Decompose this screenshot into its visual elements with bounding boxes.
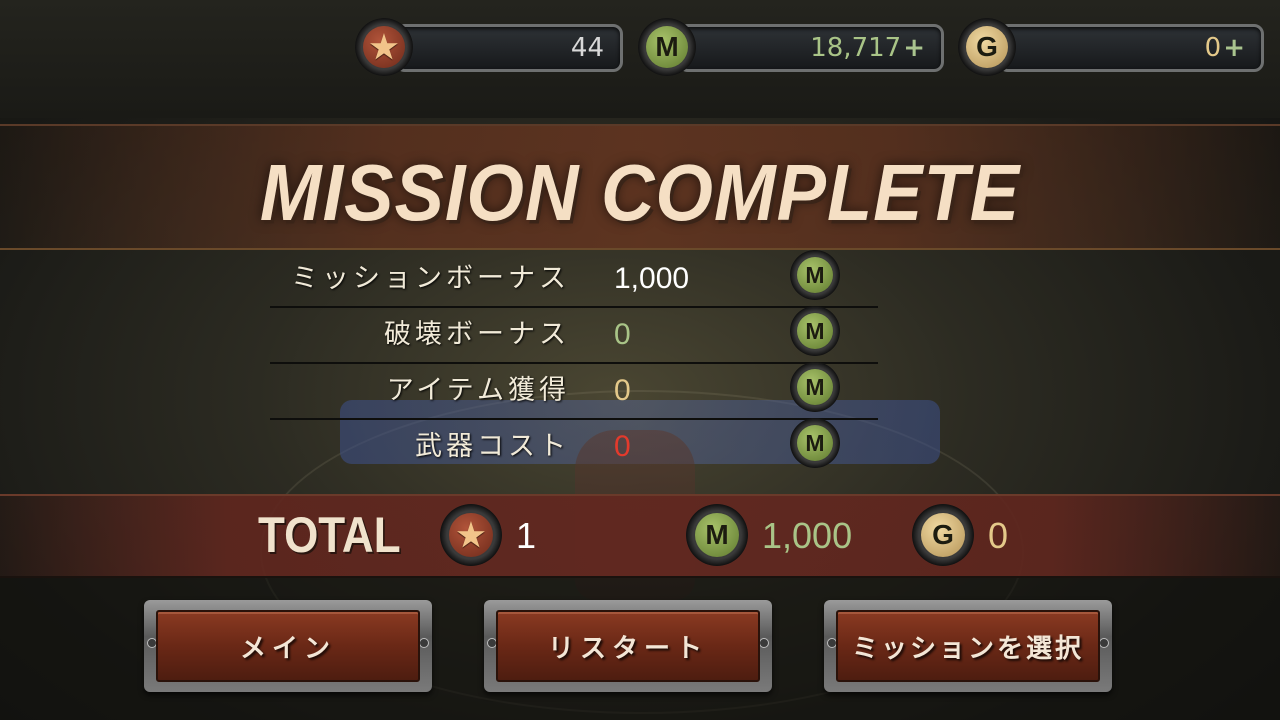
reward-row-weapon-cost: 武器コスト 0 M bbox=[270, 418, 878, 474]
medal-counter: 18,717+ M bbox=[638, 18, 944, 76]
medal-icon: M bbox=[797, 313, 833, 349]
star-icon: ★ bbox=[456, 517, 486, 553]
gold-count: 0 bbox=[1204, 33, 1222, 63]
reward-value: 1,000 bbox=[614, 262, 690, 295]
restart-label: リスタート bbox=[547, 633, 708, 664]
select-mission-label: ミッションを選択 bbox=[851, 633, 1084, 664]
reward-row-destroy-bonus: 破壊ボーナス 0 M bbox=[270, 306, 878, 364]
total-label: TOTAL bbox=[258, 507, 401, 563]
star-icon: ★ bbox=[369, 29, 399, 65]
total-stars-value: 1 bbox=[516, 515, 537, 556]
total-gold-value: 0 bbox=[988, 515, 1009, 556]
total-band bbox=[0, 494, 1280, 578]
medal-icon: M bbox=[797, 257, 833, 293]
medal-counter-bar: 18,717+ bbox=[678, 24, 944, 72]
reward-label: アイテム獲得 bbox=[386, 375, 570, 406]
mission-complete-title: MISSION COMPLETE bbox=[259, 147, 1021, 238]
medal-icon: M bbox=[797, 369, 833, 405]
star-count: 44 bbox=[570, 33, 604, 63]
gold-icon: G bbox=[921, 513, 965, 557]
medal-icon: M bbox=[797, 425, 833, 461]
reward-label: 武器コスト bbox=[415, 431, 570, 462]
add-medals-button[interactable]: + bbox=[903, 33, 925, 63]
add-gold-button[interactable]: + bbox=[1223, 33, 1245, 63]
medal-badge: M bbox=[686, 504, 748, 566]
medal-count: 18,717 bbox=[810, 33, 902, 63]
gold-icon: G bbox=[966, 26, 1008, 68]
star-counter: 44 ★ bbox=[355, 18, 623, 76]
total-medals-value: 1,000 bbox=[762, 515, 853, 556]
medal-badge: M bbox=[790, 418, 840, 468]
reward-value: 0 bbox=[614, 318, 631, 351]
medal-badge: M bbox=[790, 362, 840, 412]
restart-button[interactable]: リスタート bbox=[484, 600, 772, 692]
gold-badge: G bbox=[912, 504, 974, 566]
main-menu-button[interactable]: メイン bbox=[144, 600, 432, 692]
reward-value: 0 bbox=[614, 374, 631, 407]
medal-icon: M bbox=[695, 513, 739, 557]
medal-badge: M bbox=[790, 250, 840, 300]
reward-label: ミッションボーナス bbox=[291, 263, 570, 294]
gold-counter-bar: 0+ bbox=[998, 24, 1264, 72]
reward-value: 0 bbox=[614, 430, 631, 463]
reward-label: 破壊ボーナス bbox=[384, 319, 570, 350]
select-mission-button[interactable]: ミッションを選択 bbox=[824, 600, 1112, 692]
star-badge: ★ bbox=[440, 504, 502, 566]
main-menu-label: メイン bbox=[239, 633, 336, 664]
gold-counter: 0+ G bbox=[958, 18, 1264, 76]
gold-badge: G bbox=[958, 18, 1016, 76]
medal-badge: M bbox=[790, 306, 840, 356]
star-badge: ★ bbox=[355, 18, 413, 76]
star-counter-bar: 44 bbox=[395, 24, 623, 72]
reward-row-mission-bonus: ミッションボーナス 1,000 M bbox=[270, 250, 878, 308]
medal-icon: M bbox=[646, 26, 688, 68]
medal-badge: M bbox=[638, 18, 696, 76]
reward-row-item-acquired: アイテム獲得 0 M bbox=[270, 362, 878, 420]
